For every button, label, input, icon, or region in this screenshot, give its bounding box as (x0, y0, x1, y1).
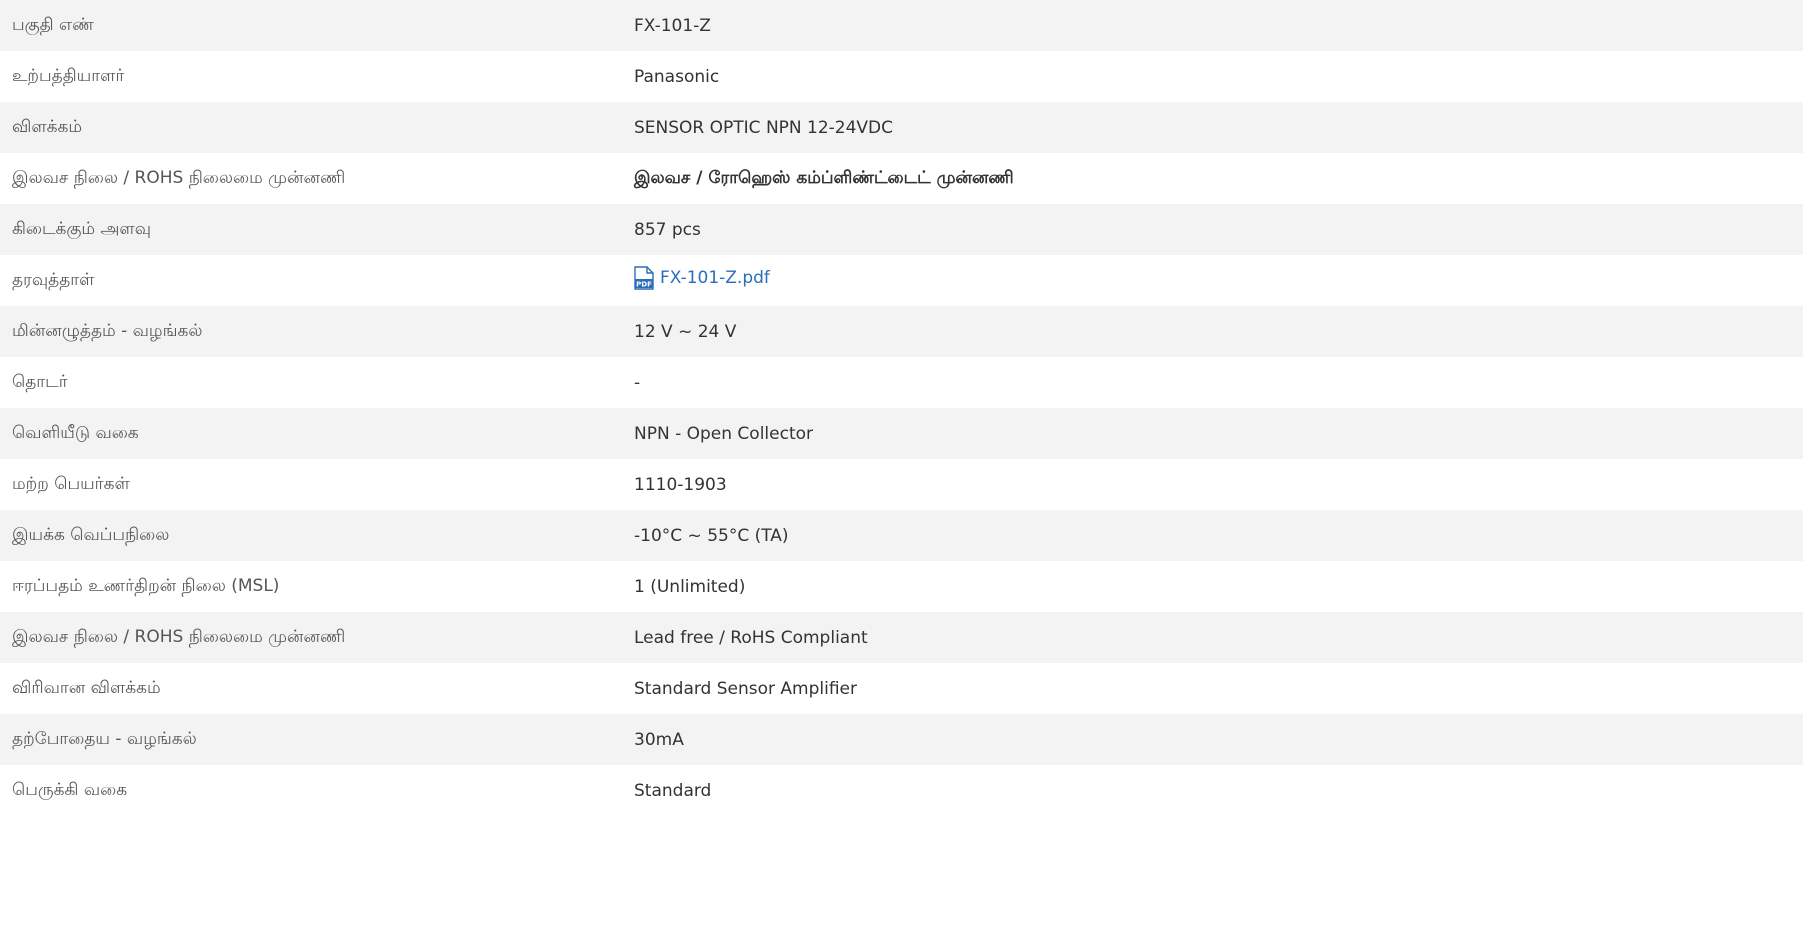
row-value: NPN - Open Collector (634, 423, 814, 444)
row-label: இலவச நிலை / ROHS நிலைமை முன்னணி (12, 167, 346, 188)
datasheet-filename: FX-101-Z.pdf (660, 268, 770, 288)
pdf-icon: PDF (634, 266, 654, 290)
row-value: FX-101-Z (634, 15, 711, 36)
table-row-part-number: பகுதி எண் FX-101-Z (0, 0, 1803, 51)
row-label: ஈரப்பதம் உணர்திறன் நிலை (MSL) (12, 575, 280, 596)
spec-table: பகுதி எண் FX-101-Z உற்பத்தியாளர் Panason… (0, 0, 1803, 816)
table-row-lead-free-status: இலவச நிலை / ROHS நிலைமை முன்னணி Lead fre… (0, 612, 1803, 663)
datasheet-link[interactable]: PDF FX-101-Z.pdf (634, 266, 770, 290)
row-label: இயக்க வெப்பநிலை (12, 524, 170, 545)
table-row-amplifier-type: பெருக்கி வகை Standard (0, 765, 1803, 816)
table-row-current-supply: தற்போதைய - வழங்கல் 30mA (0, 714, 1803, 765)
row-value: Lead free / RoHS Compliant (634, 627, 868, 648)
row-value: Standard (634, 780, 712, 801)
row-label: தற்போதைய - வழங்கல் (12, 728, 197, 749)
table-row-other-names: மற்ற பெயர்கள் 1110-1903 (0, 459, 1803, 510)
row-value: PDF FX-101-Z.pdf (622, 255, 1803, 306)
table-row-operating-temperature: இயக்க வெப்பநிலை -10°C ~ 55°C (TA) (0, 510, 1803, 561)
row-label: இலவச நிலை / ROHS நிலைமை முன்னணி (12, 626, 346, 647)
row-value: 857 pcs (634, 219, 701, 240)
row-value: 1110-1903 (634, 474, 727, 495)
row-value: இலவச / ரோஹெஸ் கம்ப்ளிண்ட்டைட் முன்னணி (634, 167, 1014, 188)
table-row-detailed-description: விரிவான விளக்கம் Standard Sensor Amplifi… (0, 663, 1803, 714)
row-label: விளக்கம் (12, 116, 83, 137)
row-value: 12 V ~ 24 V (634, 321, 737, 342)
row-value: Panasonic (634, 66, 720, 87)
table-row-datasheet: தரவுத்தாள் PDF FX-101-Z.pdf (0, 255, 1803, 306)
row-label: பகுதி எண் (12, 14, 94, 35)
table-row-series: தொடர் - (0, 357, 1803, 408)
row-value: -10°C ~ 55°C (TA) (634, 525, 789, 546)
table-row-description: விளக்கம் SENSOR OPTIC NPN 12-24VDC (0, 102, 1803, 153)
row-label: பெருக்கி வகை (12, 779, 128, 800)
table-row-manufacturer: உற்பத்தியாளர் Panasonic (0, 51, 1803, 102)
row-label: தரவுத்தாள் (12, 269, 95, 290)
row-label: தொடர் (12, 371, 68, 392)
row-label: கிடைக்கும் அளவு (12, 218, 152, 239)
row-label: மற்ற பெயர்கள் (12, 473, 130, 494)
table-row-output-type: வெளியீடு வகை NPN - Open Collector (0, 408, 1803, 459)
row-value: 1 (Unlimited) (634, 576, 746, 597)
table-row-voltage-supply: மின்னழுத்தம் - வழங்கல் 12 V ~ 24 V (0, 306, 1803, 357)
row-label: விரிவான விளக்கம் (12, 677, 161, 698)
row-label: மின்னழுத்தம் - வழங்கல் (12, 320, 203, 341)
table-row-moisture-sensitivity: ஈரப்பதம் உணர்திறன் நிலை (MSL) 1 (Unlimit… (0, 561, 1803, 612)
row-label: வெளியீடு வகை (12, 422, 139, 443)
row-value: SENSOR OPTIC NPN 12-24VDC (634, 117, 894, 138)
svg-text:PDF: PDF (636, 281, 652, 289)
table-row-available-quantity: கிடைக்கும் அளவு 857 pcs (0, 204, 1803, 255)
row-label: உற்பத்தியாளர் (12, 65, 125, 86)
row-value: - (634, 372, 641, 393)
row-value: 30mA (634, 729, 684, 750)
table-row-rohs-status: இலவச நிலை / ROHS நிலைமை முன்னணி இலவச / ர… (0, 153, 1803, 204)
row-value: Standard Sensor Amplifier (634, 678, 858, 699)
